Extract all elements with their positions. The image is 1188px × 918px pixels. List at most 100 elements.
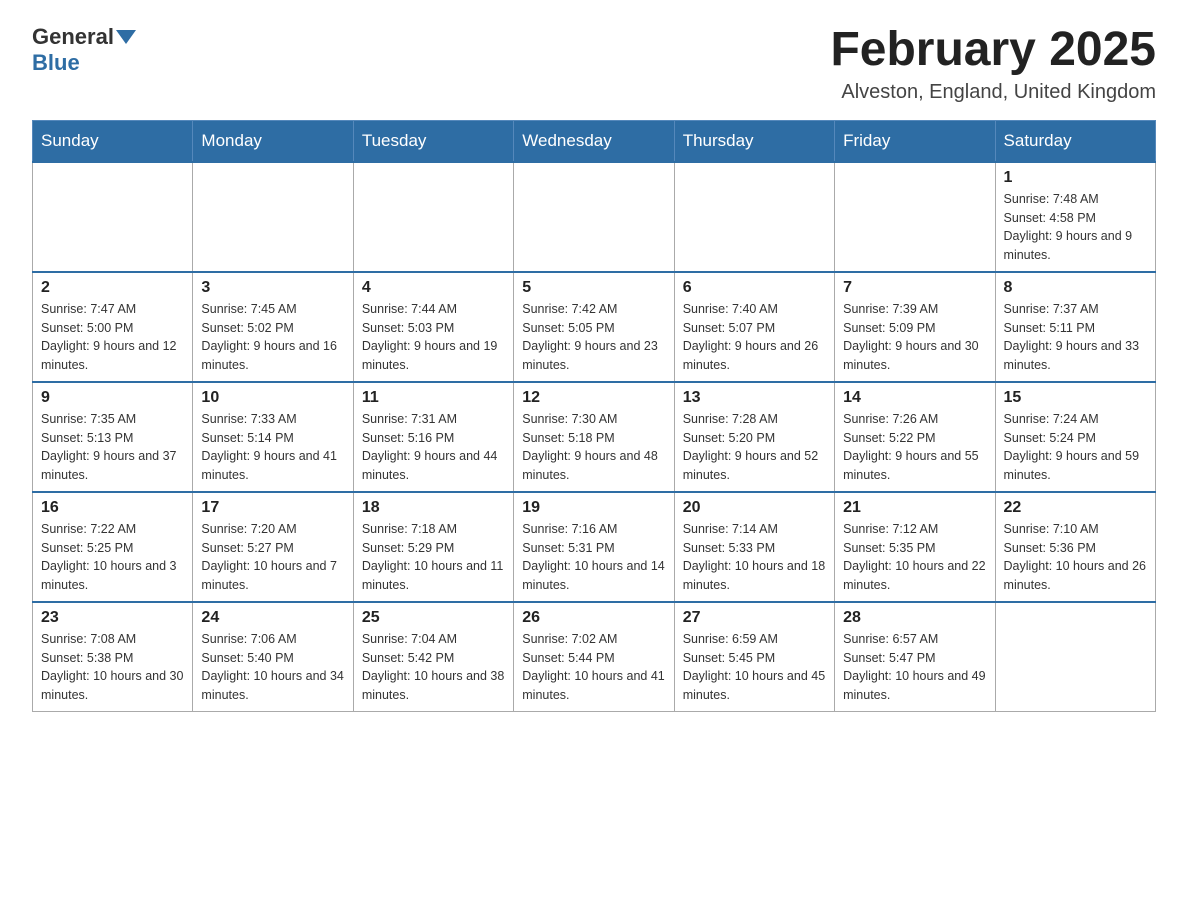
day-info: Sunrise: 7:12 AMSunset: 5:35 PMDaylight:…: [843, 520, 986, 595]
day-number: 23: [41, 609, 184, 627]
week-row: 2 Sunrise: 7:47 AMSunset: 5:00 PMDaylight…: [33, 272, 1156, 382]
day-number: 4: [362, 279, 505, 297]
calendar-cell: 12 Sunrise: 7:30 AMSunset: 5:18 PMDayligh…: [514, 382, 674, 492]
day-number: 18: [362, 499, 505, 517]
month-title: February 2025: [830, 24, 1156, 77]
day-info: Sunrise: 7:48 AMSunset: 4:58 PMDaylight:…: [1004, 190, 1147, 265]
calendar-cell: 1 Sunrise: 7:48 AMSunset: 4:58 PMDaylight…: [995, 162, 1155, 272]
calendar-cell: [193, 162, 353, 272]
day-number: 3: [201, 279, 344, 297]
day-of-week-header: Thursday: [674, 120, 834, 162]
day-number: 27: [683, 609, 826, 627]
day-number: 25: [362, 609, 505, 627]
calendar-cell: [514, 162, 674, 272]
day-info: Sunrise: 7:16 AMSunset: 5:31 PMDaylight:…: [522, 520, 665, 595]
day-info: Sunrise: 7:42 AMSunset: 5:05 PMDaylight:…: [522, 300, 665, 375]
calendar-table: SundayMondayTuesdayWednesdayThursdayFrid…: [32, 120, 1156, 713]
day-info: Sunrise: 7:08 AMSunset: 5:38 PMDaylight:…: [41, 630, 184, 705]
day-number: 20: [683, 499, 826, 517]
day-info: Sunrise: 7:26 AMSunset: 5:22 PMDaylight:…: [843, 410, 986, 485]
calendar-cell: 18 Sunrise: 7:18 AMSunset: 5:29 PMDayligh…: [353, 492, 513, 602]
calendar-cell: 11 Sunrise: 7:31 AMSunset: 5:16 PMDayligh…: [353, 382, 513, 492]
calendar-cell: [674, 162, 834, 272]
logo-general-text: General: [32, 24, 114, 50]
day-number: 28: [843, 609, 986, 627]
day-info: Sunrise: 7:44 AMSunset: 5:03 PMDaylight:…: [362, 300, 505, 375]
day-info: Sunrise: 7:14 AMSunset: 5:33 PMDaylight:…: [683, 520, 826, 595]
day-number: 15: [1004, 389, 1147, 407]
day-number: 16: [41, 499, 184, 517]
day-number: 2: [41, 279, 184, 297]
day-number: 19: [522, 499, 665, 517]
day-number: 9: [41, 389, 184, 407]
day-of-week-header: Wednesday: [514, 120, 674, 162]
calendar-cell: [353, 162, 513, 272]
day-info: Sunrise: 7:20 AMSunset: 5:27 PMDaylight:…: [201, 520, 344, 595]
day-of-week-header: Friday: [835, 120, 995, 162]
week-row: 9 Sunrise: 7:35 AMSunset: 5:13 PMDaylight…: [33, 382, 1156, 492]
day-number: 22: [1004, 499, 1147, 517]
day-info: Sunrise: 6:59 AMSunset: 5:45 PMDaylight:…: [683, 630, 826, 705]
calendar-cell: 25 Sunrise: 7:04 AMSunset: 5:42 PMDayligh…: [353, 602, 513, 712]
day-number: 6: [683, 279, 826, 297]
day-info: Sunrise: 7:39 AMSunset: 5:09 PMDaylight:…: [843, 300, 986, 375]
day-info: Sunrise: 7:28 AMSunset: 5:20 PMDaylight:…: [683, 410, 826, 485]
calendar-cell: 20 Sunrise: 7:14 AMSunset: 5:33 PMDayligh…: [674, 492, 834, 602]
day-number: 26: [522, 609, 665, 627]
logo-arrow-icon: [116, 30, 136, 44]
day-of-week-header: Tuesday: [353, 120, 513, 162]
day-info: Sunrise: 7:02 AMSunset: 5:44 PMDaylight:…: [522, 630, 665, 705]
day-info: Sunrise: 7:30 AMSunset: 5:18 PMDaylight:…: [522, 410, 665, 485]
calendar-cell: 7Sunrise: 7:39 AMSunset: 5:09 PMDaylight…: [835, 272, 995, 382]
day-number: 10: [201, 389, 344, 407]
day-info: Sunrise: 7:06 AMSunset: 5:40 PMDaylight:…: [201, 630, 344, 705]
calendar-cell: [995, 602, 1155, 712]
day-of-week-header: Saturday: [995, 120, 1155, 162]
week-row: 16 Sunrise: 7:22 AMSunset: 5:25 PMDayligh…: [33, 492, 1156, 602]
week-row: 23 Sunrise: 7:08 AMSunset: 5:38 PMDayligh…: [33, 602, 1156, 712]
calendar-cell: 17 Sunrise: 7:20 AMSunset: 5:27 PMDayligh…: [193, 492, 353, 602]
calendar-cell: 9 Sunrise: 7:35 AMSunset: 5:13 PMDaylight…: [33, 382, 193, 492]
day-number: 24: [201, 609, 344, 627]
calendar-cell: 22Sunrise: 7:10 AMSunset: 5:36 PMDayligh…: [995, 492, 1155, 602]
calendar-cell: 27 Sunrise: 6:59 AMSunset: 5:45 PMDayligh…: [674, 602, 834, 712]
day-info: Sunrise: 7:31 AMSunset: 5:16 PMDaylight:…: [362, 410, 505, 485]
day-number: 13: [683, 389, 826, 407]
day-number: 12: [522, 389, 665, 407]
day-number: 5: [522, 279, 665, 297]
calendar-cell: 15Sunrise: 7:24 AMSunset: 5:24 PMDayligh…: [995, 382, 1155, 492]
day-info: Sunrise: 7:40 AMSunset: 5:07 PMDaylight:…: [683, 300, 826, 375]
calendar-cell: 13 Sunrise: 7:28 AMSunset: 5:20 PMDayligh…: [674, 382, 834, 492]
day-info: Sunrise: 6:57 AMSunset: 5:47 PMDaylight:…: [843, 630, 986, 705]
calendar-cell: 19 Sunrise: 7:16 AMSunset: 5:31 PMDayligh…: [514, 492, 674, 602]
calendar-cell: 23 Sunrise: 7:08 AMSunset: 5:38 PMDayligh…: [33, 602, 193, 712]
day-info: Sunrise: 7:47 AMSunset: 5:00 PMDaylight:…: [41, 300, 184, 375]
day-info: Sunrise: 7:22 AMSunset: 5:25 PMDaylight:…: [41, 520, 184, 595]
day-number: 14: [843, 389, 986, 407]
page-header: General Blue February 2025 Alveston, Eng…: [32, 24, 1156, 104]
week-row: 1 Sunrise: 7:48 AMSunset: 4:58 PMDaylight…: [33, 162, 1156, 272]
day-number: 1: [1004, 169, 1147, 187]
calendar-cell: 26 Sunrise: 7:02 AMSunset: 5:44 PMDayligh…: [514, 602, 674, 712]
calendar-cell: 16 Sunrise: 7:22 AMSunset: 5:25 PMDayligh…: [33, 492, 193, 602]
day-number: 11: [362, 389, 505, 407]
calendar-cell: 5 Sunrise: 7:42 AMSunset: 5:05 PMDaylight…: [514, 272, 674, 382]
day-number: 8: [1004, 279, 1147, 297]
title-section: February 2025 Alveston, England, United …: [830, 24, 1156, 104]
calendar-cell: 14 Sunrise: 7:26 AMSunset: 5:22 PMDayligh…: [835, 382, 995, 492]
day-info: Sunrise: 7:18 AMSunset: 5:29 PMDaylight:…: [362, 520, 505, 595]
location-text: Alveston, England, United Kingdom: [830, 81, 1156, 104]
calendar-header-row: SundayMondayTuesdayWednesdayThursdayFrid…: [33, 120, 1156, 162]
day-info: Sunrise: 7:04 AMSunset: 5:42 PMDaylight:…: [362, 630, 505, 705]
day-info: Sunrise: 7:35 AMSunset: 5:13 PMDaylight:…: [41, 410, 184, 485]
day-number: 17: [201, 499, 344, 517]
calendar-cell: 6 Sunrise: 7:40 AMSunset: 5:07 PMDaylight…: [674, 272, 834, 382]
calendar-cell: 24 Sunrise: 7:06 AMSunset: 5:40 PMDayligh…: [193, 602, 353, 712]
day-info: Sunrise: 7:45 AMSunset: 5:02 PMDaylight:…: [201, 300, 344, 375]
calendar-cell: [33, 162, 193, 272]
calendar-cell: 10Sunrise: 7:33 AMSunset: 5:14 PMDayligh…: [193, 382, 353, 492]
logo-blue-text: Blue: [32, 50, 80, 76]
day-of-week-header: Monday: [193, 120, 353, 162]
day-info: Sunrise: 7:37 AMSunset: 5:11 PMDaylight:…: [1004, 300, 1147, 375]
calendar-cell: 3 Sunrise: 7:45 AMSunset: 5:02 PMDaylight…: [193, 272, 353, 382]
